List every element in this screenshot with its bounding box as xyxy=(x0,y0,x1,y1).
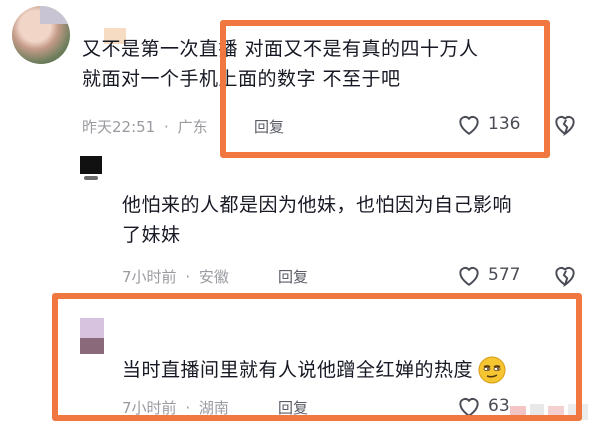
reply-button[interactable]: 回复 xyxy=(278,266,308,287)
broken-heart-icon xyxy=(555,116,575,137)
comment-meta: 7小时前 · 安徽 xyxy=(122,266,229,287)
broken-heart-icon xyxy=(555,267,575,288)
separator: · xyxy=(185,268,191,286)
dislike-button[interactable] xyxy=(552,263,578,291)
comment-line: 了妹妹 xyxy=(122,224,181,246)
location: 安徽 xyxy=(198,268,229,286)
like-button[interactable]: 577 xyxy=(456,263,520,287)
separator: · xyxy=(164,118,169,136)
avatar[interactable] xyxy=(80,156,102,190)
comment-text: 他怕来的人都是因为他妹，也怕因为自己影响 了妹妹 xyxy=(122,190,512,250)
location: 广东 xyxy=(177,118,208,136)
timestamp: 7小时前 xyxy=(122,268,177,286)
highlight-box-top xyxy=(220,20,550,158)
comment-line: 他怕来的人都是因为他妹，也怕因为自己影响 xyxy=(122,194,513,216)
dislike-button[interactable] xyxy=(552,112,578,140)
avatar[interactable] xyxy=(12,6,70,64)
highlight-box-bottom xyxy=(52,293,582,421)
like-count: 577 xyxy=(488,265,521,285)
heart-outline-icon xyxy=(459,267,479,286)
comment-meta: 昨天22:51 · 广东 xyxy=(82,116,208,137)
timestamp: 昨天22:51 xyxy=(82,118,156,136)
